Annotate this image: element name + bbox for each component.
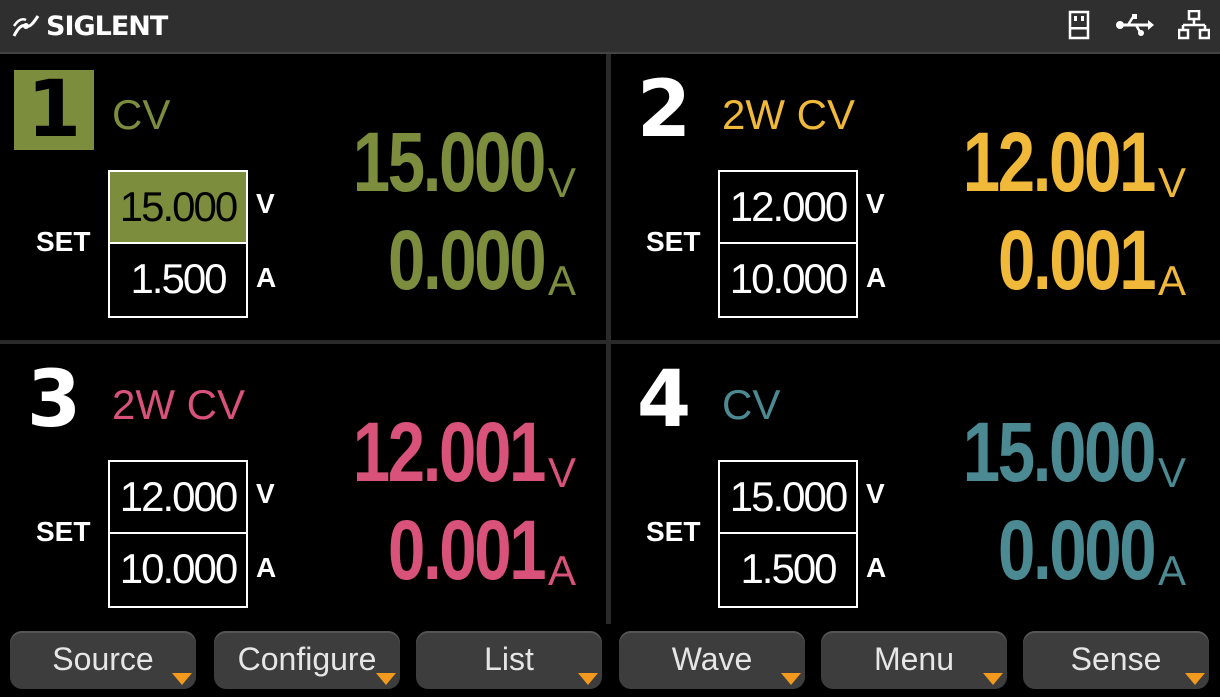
- softkey-sense-label: Sense: [1070, 641, 1162, 677]
- channel-1-set-label: SET: [36, 226, 91, 257]
- softkey-list[interactable]: List: [416, 631, 602, 689]
- status-icons: [1068, 10, 1210, 40]
- channel-2-set-voltage[interactable]: 12.000: [720, 172, 856, 242]
- channel-3-current: 0.001: [387, 503, 547, 597]
- channel-4-voltage-readout: 15.000 V: [915, 384, 1186, 494]
- softkey-source[interactable]: Source: [10, 631, 196, 689]
- channel-3-voltage-unit: V: [547, 449, 576, 496]
- usb-icon: [1116, 14, 1154, 36]
- channel-4-set-current[interactable]: 1.500: [720, 534, 856, 604]
- channel-3-mode: 2W CV: [112, 381, 246, 428]
- usb-storage-icon: [1068, 10, 1090, 40]
- channel-1-set-voltage[interactable]: 15.000: [110, 172, 246, 242]
- channel-4-set-box: 15.000 1.500: [718, 460, 858, 608]
- softkey-menu[interactable]: Menu: [821, 631, 1007, 689]
- softkey-configure[interactable]: Configure: [214, 631, 400, 689]
- channel-display: 1 CV 15.000 V 0.000 A SET 15.000 1.500 V…: [0, 54, 1220, 624]
- channel-4-voltage-unit: V: [1157, 449, 1186, 496]
- channel-4-mode: CV: [722, 381, 781, 428]
- submenu-arrow-icon: [172, 673, 192, 685]
- channel-1-current-readout: 0.000 A: [349, 212, 576, 302]
- channel-2-set-voltage-unit: V: [866, 188, 885, 219]
- network-icon: [1178, 10, 1210, 40]
- brand-name: SIGLENT: [46, 10, 168, 42]
- channel-2-voltage-unit: V: [1157, 159, 1186, 206]
- softkey-source-label: Source: [52, 641, 154, 677]
- channel-3-panel[interactable]: 3 2W CV 12.001 V 0.001 A SET 12.000 10.0…: [0, 344, 606, 629]
- channel-3-set-label: SET: [36, 516, 91, 547]
- softkey-wave-label: Wave: [671, 641, 753, 677]
- channel-2-number: 2: [636, 65, 692, 155]
- channel-3-set-current-unit: A: [256, 552, 277, 583]
- softkey-configure-label: Configure: [237, 641, 377, 677]
- channel-1-current: 0.000: [387, 213, 547, 307]
- channel-2-current-readout: 0.001 A: [959, 212, 1186, 302]
- channel-3-current-unit: A: [547, 547, 576, 594]
- siglent-logo-mark-icon: [12, 15, 40, 37]
- channel-2-set-current[interactable]: 10.000: [720, 244, 856, 314]
- softkey-sense[interactable]: Sense: [1023, 631, 1209, 689]
- channel-4-voltage: 15.000: [962, 405, 1157, 499]
- channel-3-current-readout: 0.001 A: [349, 502, 576, 592]
- channel-1-voltage-readout: 15.000 V: [305, 94, 576, 204]
- channel-4-number: 4: [636, 355, 692, 445]
- channel-1-set-current-unit: A: [256, 262, 277, 293]
- channel-3-set-voltage[interactable]: 12.000: [110, 462, 246, 532]
- channel-3-number: 3: [26, 355, 82, 445]
- siglent-logo: SIGLENT: [10, 10, 168, 42]
- channel-3-set-voltage-unit: V: [256, 478, 275, 509]
- channel-2-voltage-readout: 12.001 V: [915, 94, 1186, 204]
- channel-2-set-label: SET: [646, 226, 701, 257]
- channel-2-mode: 2W CV: [722, 91, 856, 138]
- channel-4-set-voltage[interactable]: 15.000: [720, 462, 856, 532]
- channel-1-set-voltage-unit: V: [256, 188, 275, 219]
- channel-1-set-box: 15.000 1.500: [108, 170, 248, 318]
- channel-4-current-unit: A: [1157, 547, 1186, 594]
- channel-4-set-voltage-unit: V: [866, 478, 885, 509]
- channel-3-voltage: 12.001: [352, 405, 547, 499]
- channel-3-set-box: 12.000 10.000: [108, 460, 248, 608]
- softkey-menu-label: Menu: [873, 641, 955, 677]
- submenu-arrow-icon: [376, 673, 396, 685]
- channel-2-panel[interactable]: 2 2W CV 12.001 V 0.001 A SET 12.000 10.0…: [610, 54, 1216, 339]
- channel-2-set-current-unit: A: [866, 262, 887, 293]
- submenu-arrow-icon: [781, 673, 801, 685]
- channel-1-set-current[interactable]: 1.500: [110, 244, 246, 314]
- channel-1-panel[interactable]: 1 CV 15.000 V 0.000 A SET 15.000 1.500 V…: [0, 54, 606, 339]
- channel-3-set-current[interactable]: 10.000: [110, 534, 246, 604]
- submenu-arrow-icon: [983, 673, 1003, 685]
- channel-3-voltage-readout: 12.001 V: [305, 384, 576, 494]
- softkey-list-label: List: [484, 641, 534, 677]
- channel-4-panel[interactable]: 4 CV 15.000 V 0.000 A SET 15.000 1.500 V…: [610, 344, 1216, 629]
- channel-2-voltage: 12.001: [962, 115, 1157, 209]
- channel-2-set-box: 12.000 10.000: [718, 170, 858, 318]
- channel-4-set-label: SET: [646, 516, 701, 547]
- channel-1-voltage-unit: V: [547, 159, 576, 206]
- channel-4-set-current-unit: A: [866, 552, 887, 583]
- channel-1-number: 1: [14, 70, 94, 150]
- channel-2-current: 0.001: [997, 213, 1157, 307]
- channel-1-voltage: 15.000: [352, 115, 547, 209]
- channel-2-current-unit: A: [1157, 257, 1186, 304]
- top-bar: SIGLENT: [0, 0, 1220, 54]
- submenu-arrow-icon: [1185, 673, 1205, 685]
- channel-4-current: 0.000: [997, 503, 1157, 597]
- channel-1-current-unit: A: [547, 257, 576, 304]
- softkey-bar: Source Configure List Wave Menu Sense: [0, 628, 1220, 697]
- channel-4-current-readout: 0.000 A: [959, 502, 1186, 592]
- softkey-wave[interactable]: Wave: [619, 631, 805, 689]
- submenu-arrow-icon: [578, 673, 598, 685]
- channel-1-mode: CV: [112, 91, 171, 138]
